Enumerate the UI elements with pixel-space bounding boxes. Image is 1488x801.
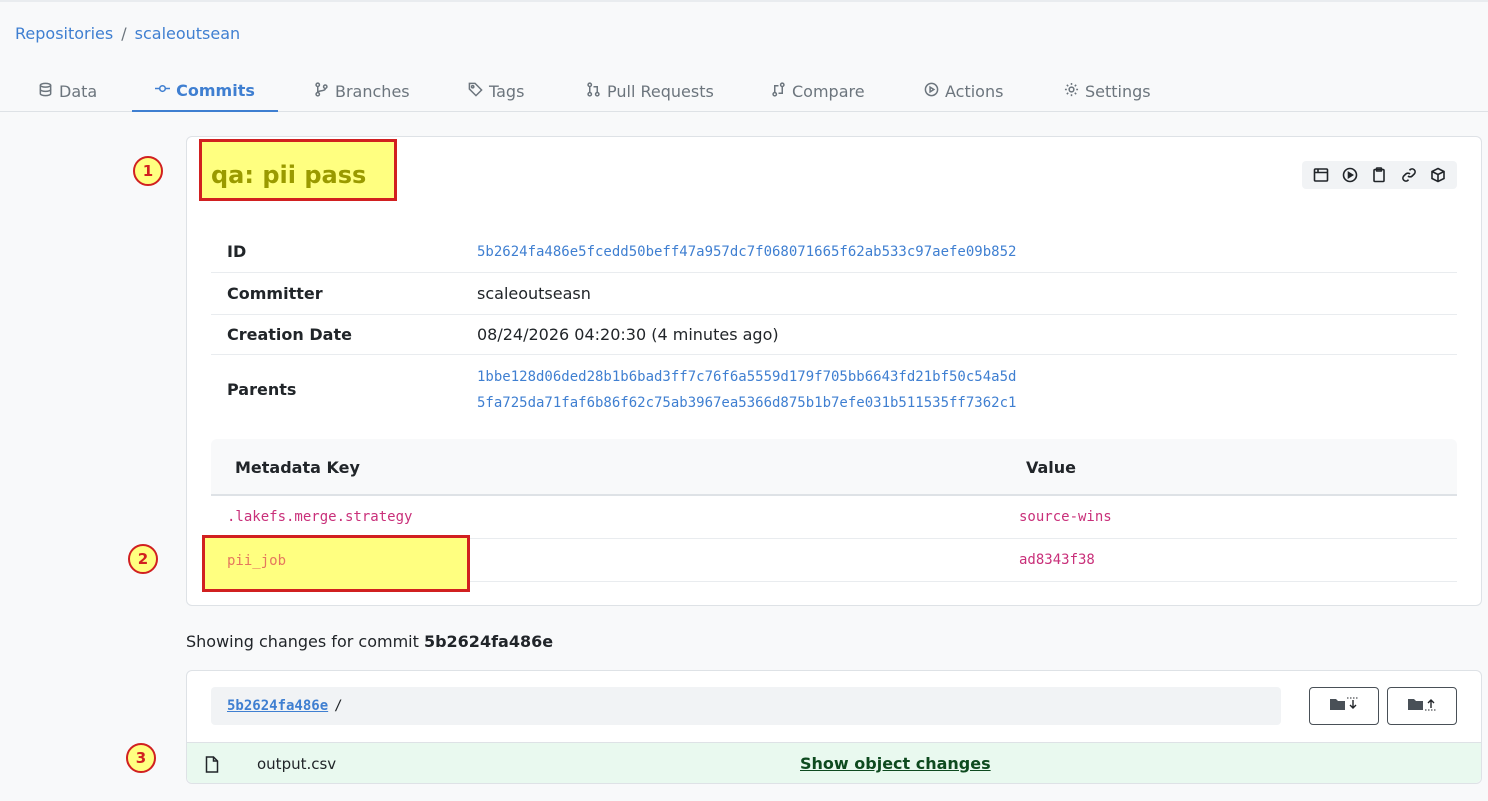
show-object-changes-link[interactable]: Show object changes	[800, 754, 991, 773]
metadata-value: source-wins	[1019, 509, 1112, 525]
metadata-header: Metadata Key Value	[211, 439, 1457, 496]
parent-link-1[interactable]: 1bbe128d06ded28b1b6bad3ff7c76f6a5559d179…	[477, 369, 1016, 385]
committer-label: Committer	[227, 284, 323, 303]
folder-collapse-icon	[1407, 696, 1437, 716]
tab-label: Compare	[792, 81, 865, 101]
annotation-marker-2: 2	[128, 544, 158, 574]
tab-settings[interactable]: Settings	[1064, 70, 1151, 112]
date-value: 08/24/2026 04:20:30 (4 minutes ago)	[477, 325, 779, 344]
breadcrumb-repositories[interactable]: Repositories	[15, 24, 113, 43]
info-row-date: Creation Date 08/24/2026 04:20:30 (4 min…	[211, 315, 1457, 355]
metadata-key: .lakefs.merge.strategy	[227, 509, 413, 525]
file-name[interactable]: output.csv	[257, 755, 336, 773]
changes-commit-id: 5b2624fa486e	[423, 632, 554, 651]
browse-icon[interactable]	[1308, 162, 1334, 188]
breadcrumb: Repositories / scaleoutsean	[15, 24, 240, 43]
tab-pull-requests[interactable]: Pull Requests	[586, 70, 714, 112]
info-row-parents: Parents 1bbe128d06ded28b1b6bad3ff7c76f6a…	[211, 355, 1457, 424]
commit-id-link[interactable]: 5b2624fa486e5fcedd50beff47a957dc7f068071…	[477, 244, 1016, 260]
tab-actions[interactable]: Actions	[924, 70, 1003, 112]
tab-label: Data	[59, 81, 98, 101]
branch-icon	[314, 81, 329, 101]
expand-all-button[interactable]	[1309, 687, 1379, 725]
commit-info-table: ID 5b2624fa486e5fcedd50beff47a957dc7f068…	[211, 231, 1457, 424]
tab-label: Tags	[489, 81, 525, 101]
tab-commits[interactable]: Commits	[132, 70, 278, 112]
changes-prefix: Showing changes for commit	[186, 632, 424, 651]
path-separator: /	[334, 698, 343, 714]
package-icon[interactable]	[1425, 162, 1451, 188]
metadata-key: pii_job	[227, 553, 287, 569]
path-bar: 5b2624fa486e /	[211, 687, 1281, 725]
link-icon[interactable]	[1396, 162, 1422, 188]
path-root-link[interactable]: 5b2624fa486e	[227, 698, 328, 714]
date-label: Creation Date	[227, 325, 352, 344]
tab-label: Commits	[176, 80, 255, 100]
tab-tags[interactable]: Tags	[468, 70, 524, 112]
annotation-marker-1: 1	[133, 156, 163, 186]
top-border	[0, 0, 1488, 2]
tab-label: Actions	[945, 81, 1004, 101]
committer-value: scaleoutseasn	[477, 284, 591, 303]
id-label: ID	[227, 242, 247, 261]
clipboard-icon[interactable]	[1366, 162, 1392, 188]
annotation-marker-3: 3	[126, 743, 156, 773]
database-icon	[38, 82, 53, 101]
info-row-committer: Committer scaleoutseasn	[211, 273, 1457, 315]
metadata-value-header: Value	[1026, 458, 1077, 477]
repo-tabs: Data Commits Branches Tags Pull Requests…	[0, 70, 1488, 112]
tab-compare[interactable]: Compare	[771, 70, 865, 112]
breadcrumb-repo[interactable]: scaleoutsean	[135, 24, 241, 43]
file-row-added[interactable]: output.csv Show object changes	[187, 742, 1481, 783]
commit-title: qa: pii pass	[211, 161, 367, 189]
tab-branches[interactable]: Branches	[314, 70, 410, 112]
play-circle-icon	[924, 82, 939, 101]
pull-request-icon	[586, 81, 601, 101]
run-icon[interactable]	[1337, 162, 1363, 188]
breadcrumb-separator: /	[121, 24, 127, 43]
tab-label: Pull Requests	[607, 81, 714, 101]
parent-link-2[interactable]: 5fa725da71faf6b86f62c75ab3967ea5366d875b…	[477, 395, 1016, 411]
metadata-row: .lakefs.merge.strategy source-wins	[211, 496, 1457, 539]
changes-summary: Showing changes for commit 5b2624fa486e	[186, 632, 553, 651]
gear-icon	[1064, 82, 1079, 101]
commit-icon	[155, 81, 171, 100]
metadata-key-header: Metadata Key	[235, 458, 360, 477]
info-row-id: ID 5b2624fa486e5fcedd50beff47a957dc7f068…	[211, 231, 1457, 273]
file-icon	[204, 756, 220, 773]
tab-data[interactable]: Data	[38, 70, 97, 112]
tab-label: Settings	[1085, 81, 1151, 101]
compare-icon	[771, 81, 786, 101]
tab-label: Branches	[335, 81, 410, 101]
collapse-all-button[interactable]	[1387, 687, 1457, 725]
tag-icon	[468, 82, 483, 101]
folder-expand-icon	[1329, 696, 1359, 716]
commit-actions-toolbar	[1302, 161, 1457, 189]
parents-label: Parents	[227, 380, 297, 399]
metadata-value: ad8343f38	[1019, 552, 1095, 568]
